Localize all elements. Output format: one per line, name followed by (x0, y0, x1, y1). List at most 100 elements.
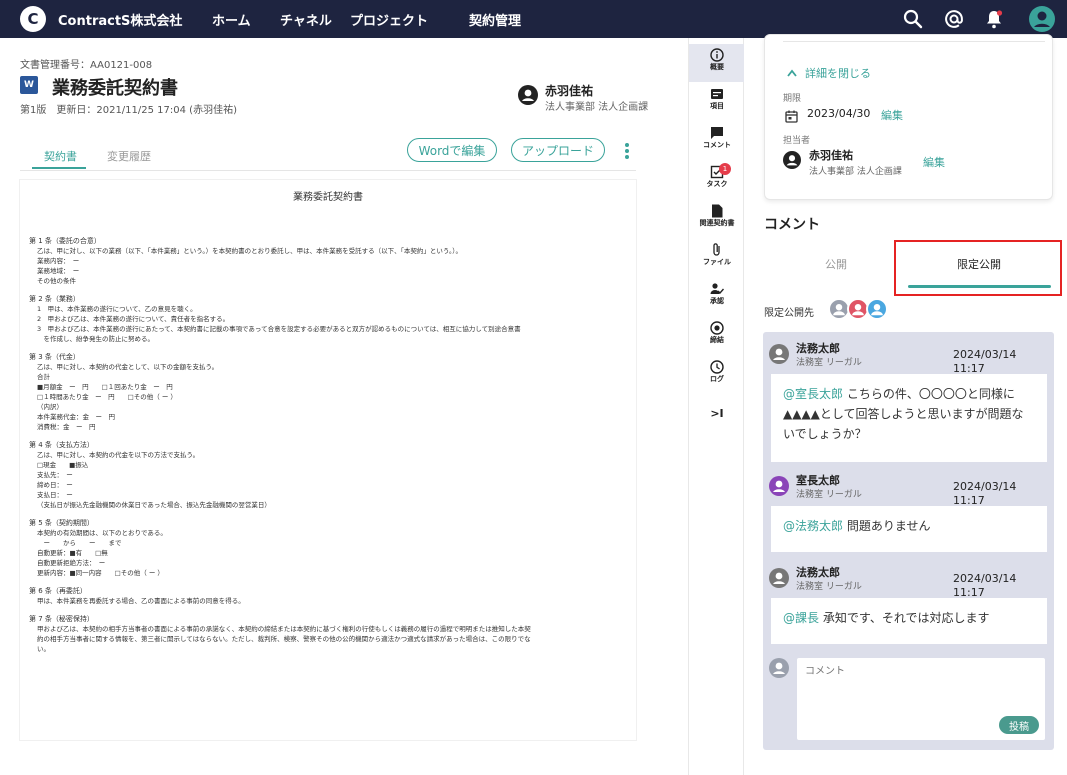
clause-line: 消費税：金 ー 円 (37, 423, 96, 431)
owner-department: 法人事業部 法人企画課 (545, 102, 649, 113)
highlight-box (894, 240, 1062, 296)
clause-line: 約の相手方当事者に関する情報を、第三者に開示してはならない。ただし、裁判所、検察… (37, 635, 531, 643)
chevron-up-icon (787, 67, 797, 80)
contract-clause: 第 1 条（委託の合意） 乙は、甲に対し、以下の業務（以下、「本件業務」という。）… (29, 236, 629, 286)
comment-timestamp: 2024/03/14 11:17 (953, 480, 1028, 507)
comment-heading: コメント (764, 217, 820, 233)
clause-line: □現金 ■振込 (37, 461, 89, 469)
assignee-avatar-icon (783, 151, 801, 173)
commenter-department: 法務室 リーガル (796, 358, 862, 368)
top-navigation-bar: C ContractS株式会社 ホーム チャネル プロジェクト 契約管理 (0, 0, 1067, 38)
tab-contract[interactable]: 契約書 (44, 148, 77, 164)
calendar-icon (785, 108, 798, 127)
clause-line: □１時間あたり金 ー 円 □その他（ ー ） (37, 393, 177, 401)
clause-line: ■月額金 ー 円 □１回あたり金 ー 円 (37, 383, 173, 391)
clause-line: 更新内容：■同一内容 □その他（ ー ） (37, 569, 164, 577)
comment-text: 承知です、それでは対応します (819, 611, 990, 625)
comment-body: @課長 承知です、それでは対応します (771, 598, 1047, 644)
contract-clause: 第 2 条（業務） 1 甲は、本件業務の遂行について、乙の意見を聴く。 2 甲および… (29, 294, 629, 344)
clause-line: 乙は、甲に対し、以下の業務（以下、「本件業務」という。）を本契約書のとおり委託し… (37, 247, 462, 255)
app-logo[interactable]: C (20, 6, 46, 32)
side-nav-item[interactable]: 承認 (689, 278, 745, 316)
side-nav-label: 締結 (710, 336, 724, 344)
list-icon (710, 86, 724, 100)
clause-line: 2 甲および乙は、本件業務の遂行について、責任者を指名する。 (37, 315, 230, 323)
clause-line: 業務地域： ー (37, 267, 80, 275)
search-icon[interactable] (900, 6, 926, 32)
side-nav-item[interactable]: 締結 (689, 317, 745, 355)
collapse-details-link[interactable]: 詳細を閉じる (787, 65, 871, 81)
nav-project[interactable]: プロジェクト (350, 10, 428, 29)
clause-line: （支払日が振込先金融機関の休業日であった場合、振込先金融機関の翌営業日） (37, 501, 271, 509)
post-comment-button[interactable]: 投稿 (999, 716, 1039, 734)
side-nav-item[interactable]: ログ (689, 356, 745, 394)
clock-icon (710, 359, 724, 374)
contract-preview-title: 業務委託契約書 (293, 192, 363, 203)
side-nav-item[interactable]: 概要 (689, 44, 745, 82)
at-icon[interactable] (941, 6, 967, 32)
edit-assignee-link[interactable]: 編集 (923, 154, 945, 170)
commenter-name: 法務太郎 (796, 566, 840, 579)
commenter-avatar-icon (769, 344, 789, 368)
comment-input[interactable] (805, 666, 1035, 677)
edit-due-date-link[interactable]: 編集 (881, 107, 903, 123)
approve-icon (710, 281, 725, 295)
comment-text: 問題ありません (843, 519, 931, 533)
clause-heading: 第 1 条（委託の合意） (29, 237, 101, 245)
edit-in-word-button[interactable]: Wordで編集 (407, 138, 497, 162)
clause-heading: 第 6 条（再委託） (29, 587, 87, 595)
clause-line: ー から ー まで (37, 539, 122, 547)
bell-icon[interactable] (981, 6, 1007, 32)
due-date-label: 期限 (783, 94, 802, 104)
mention-link[interactable]: @法務太郎 (783, 519, 843, 533)
comment-body: @室長太郎 こちらの件、〇〇〇〇と同様に▲▲▲▲として回答しようと思いますが問題… (771, 374, 1047, 462)
tab-public-comments[interactable]: 公開 (825, 256, 847, 272)
clause-line: 乙は、甲に対し、本契約の代金として、以下の金額を支払う。 (37, 363, 219, 371)
clause-line: 合計 (37, 373, 50, 381)
clause-line: 本件業務代金：金 ー 円 (37, 413, 115, 421)
tab-change-history[interactable]: 変更履歴 (107, 148, 151, 164)
seal-icon (710, 320, 724, 335)
side-nav-item[interactable]: ファイル (689, 239, 745, 277)
contract-clause: 第 7 条（秘密保持） 甲および乙は、本契約の相手方当事者の書面による事前の承諾な… (29, 614, 629, 654)
clause-line: 業務内容： ー (37, 257, 80, 265)
more-options-icon[interactable] (620, 141, 634, 161)
upload-button[interactable]: アップロード (511, 138, 605, 162)
side-navigation: 概要 項目コメントタスク 1 関連契約書ファイル承認締結ログ >I (688, 38, 745, 775)
company-name: ContractS株式会社 (58, 14, 183, 29)
nav-channel[interactable]: チャネル (280, 10, 332, 29)
commenter-avatar-icon (769, 568, 789, 592)
detail-card: 詳細を閉じる 期限 2023/04/30 編集 担当者 赤羽佳祐 法人事業部 法… (764, 34, 1053, 200)
mention-link[interactable]: @室長太郎 (783, 387, 843, 401)
side-nav-label: コメント (703, 141, 731, 149)
user-avatar-icon[interactable] (1029, 6, 1055, 32)
clause-heading: 第 4 条（支払方法） (29, 441, 94, 449)
nav-home[interactable]: ホーム (212, 10, 251, 29)
document-title: 業務委託契約書 (52, 78, 178, 99)
clause-line: その他の条件 (37, 277, 76, 285)
active-tab-indicator (32, 167, 86, 169)
due-date-value: 2023/04/30 (807, 107, 871, 120)
clause-line: 1 甲は、本件業務の遂行について、乙の意見を聴く。 (37, 305, 197, 313)
commenter-department: 法務室 リーガル (796, 582, 862, 592)
side-nav-label: ファイル (703, 258, 731, 266)
scope-member-avatar[interactable] (866, 298, 888, 320)
side-nav-item[interactable]: 項目 (689, 83, 745, 121)
commenter-department: 法務室 リーガル (796, 490, 862, 500)
card-divider (783, 41, 1045, 42)
word-file-icon: W (20, 76, 38, 94)
commenter-avatar-icon (769, 476, 789, 500)
mention-link[interactable]: @課長 (783, 611, 819, 625)
nav-contract-management[interactable]: 契約管理 (469, 10, 521, 29)
contract-clause: 第 4 条（支払方法） 乙は、甲に対し、本契約の代金を以下の方法で支払う。 □現金 … (29, 440, 629, 510)
document-number: 文書管理番号：AA0121-008 (20, 60, 153, 71)
tab-divider (20, 170, 636, 171)
side-nav-item[interactable]: 関連契約書 (689, 200, 745, 238)
side-nav-item[interactable]: >I (689, 395, 745, 433)
side-nav-item[interactable]: タスク 1 (689, 161, 745, 199)
clause-line: 支払先： ー (37, 471, 73, 479)
side-nav-item[interactable]: コメント (689, 122, 745, 160)
collapse-details-label: 詳細を閉じる (805, 67, 871, 80)
clause-line: 甲および乙は、本契約の相手方当事者の書面による事前の承諾なく、本契約の締結または… (37, 625, 531, 633)
commenter-name: 法務太郎 (796, 342, 840, 355)
